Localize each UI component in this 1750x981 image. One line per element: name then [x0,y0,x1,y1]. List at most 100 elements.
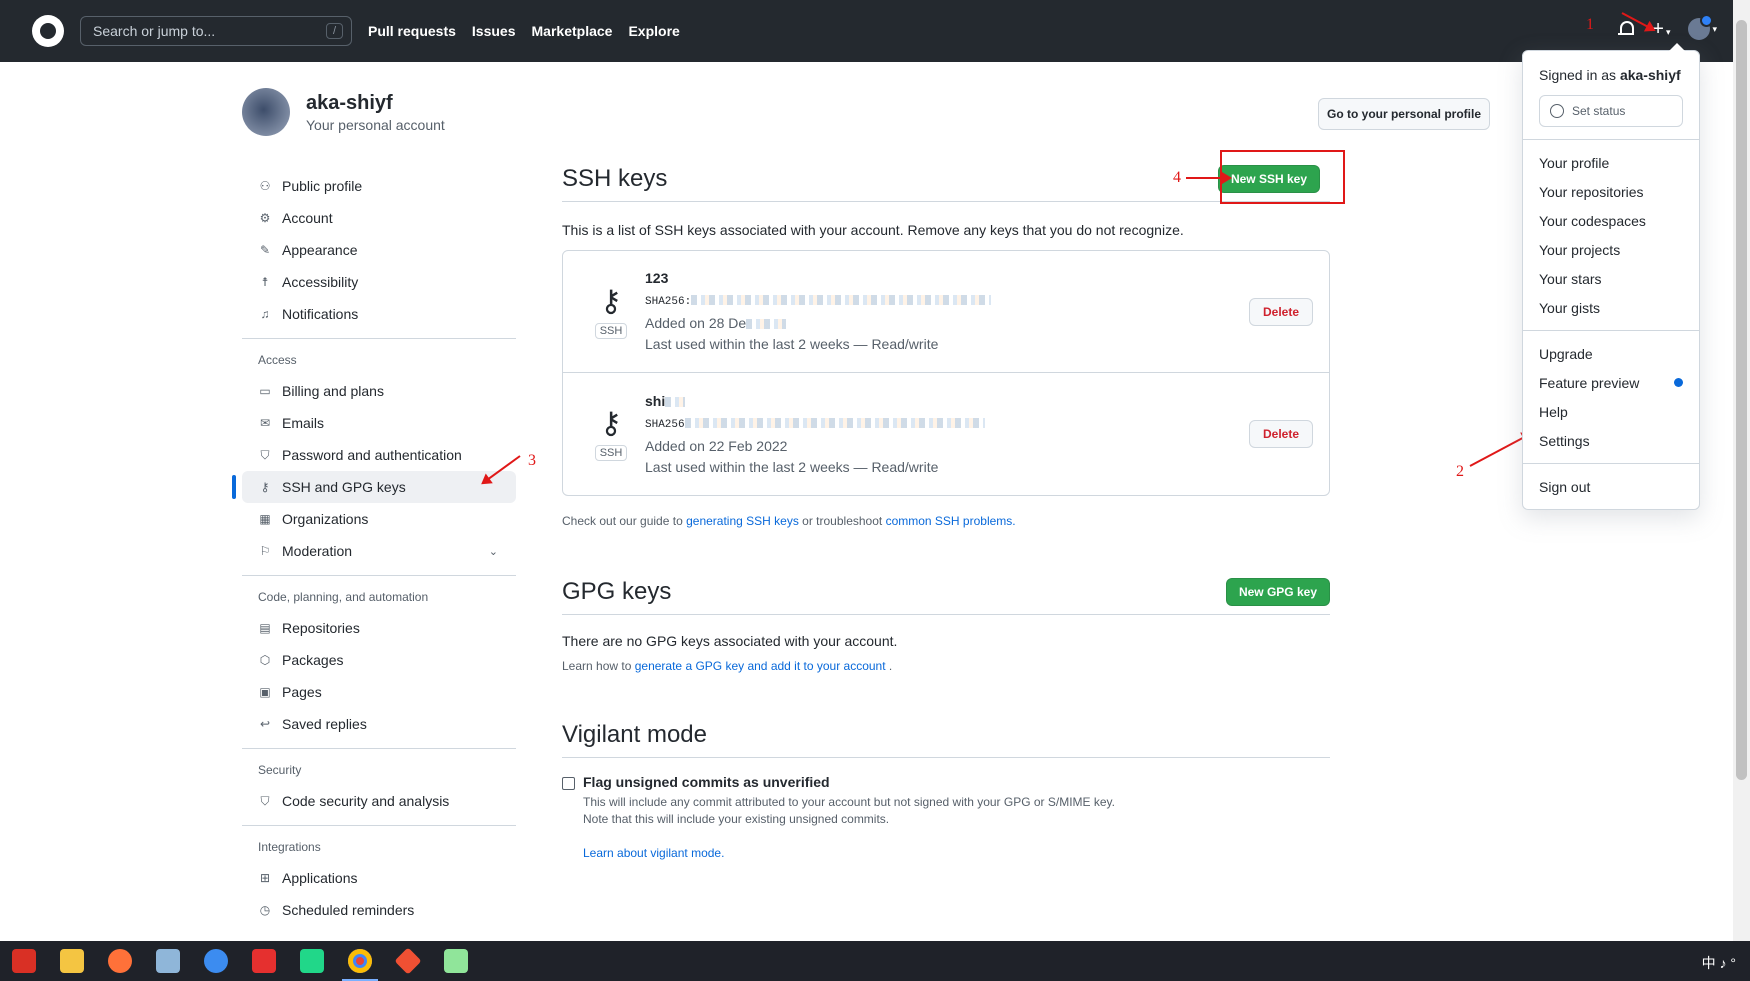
menu-your-codespaces[interactable]: Your codespaces [1523,206,1699,235]
ssh-description: This is a list of SSH keys associated wi… [562,222,1184,238]
sidebar-item-applications[interactable]: ⊞ Applications [242,862,516,894]
report-icon: ⚐ [259,544,271,558]
menu-feature-preview[interactable]: Feature preview [1523,368,1699,397]
page-scrollbar[interactable] [1733,0,1750,941]
key-icon-group: ⚷ SSH [593,285,629,339]
slash-shortcut-hint: / [325,23,343,39]
firefox-icon[interactable] [96,941,144,981]
sidebar-item-ssh-gpg-keys[interactable]: ⚷ SSH and GPG keys [232,471,516,503]
notepad-icon[interactable] [144,941,192,981]
learn-vigilant-mode-link[interactable]: Learn about vigilant mode. [583,846,1115,860]
menu-your-profile[interactable]: Your profile [1523,148,1699,177]
sidebar-item-notifications[interactable]: ♫ Notifications [242,298,516,330]
sidebar-item-accessibility[interactable]: ☨ Accessibility [242,266,516,298]
sidebar-item-label: Scheduled reminders [282,902,415,918]
go-to-profile-button[interactable]: Go to your personal profile [1318,98,1490,130]
menu-help[interactable]: Help [1523,397,1699,426]
ssh-key-title: shi [645,392,666,409]
nav-issues[interactable]: Issues [472,23,516,39]
menu-your-projects[interactable]: Your projects [1523,235,1699,264]
user-menu-button[interactable]: ▾ [1688,14,1717,40]
account-subtitle: Your personal account [306,116,445,133]
generate-gpg-key-link[interactable]: generate a GPG key and add it to your ac… [635,659,886,673]
ssh-key-details: shi SHA256 Added on 22 Feb 2022 Last use… [645,391,1249,478]
menu-your-stars[interactable]: Your stars [1523,264,1699,293]
dropdown-section-settings: Upgrade Feature preview Help Settings [1523,331,1699,464]
ssh-key-fingerprint: SHA256: [645,296,692,308]
annotation-number-2: 2 [1456,463,1464,480]
feishu-icon[interactable] [192,941,240,981]
sidebar-item-label: Notifications [282,306,359,322]
youdao-icon[interactable] [240,941,288,981]
ssh-key-title: 123 [645,270,669,286]
gpg-keys-title: GPG keys [562,578,672,605]
sidebar-item-label: Pages [282,684,322,700]
new-gpg-key-button[interactable]: New GPG key [1225,578,1330,606]
sidebar-item-moderation[interactable]: ⚐ Moderation ⌄ [242,535,516,567]
avatar[interactable] [242,88,290,136]
git-icon[interactable] [384,941,432,981]
sidebar-item-public-profile[interactable]: ⚇ Public profile [242,170,516,202]
set-status-button[interactable]: Set status [1539,95,1683,127]
menu-sign-out[interactable]: Sign out [1523,472,1699,501]
sidebar-heading-code: Code, planning, and automation [258,590,429,604]
nav-marketplace[interactable]: Marketplace [532,23,613,39]
generating-ssh-keys-link[interactable]: generating SSH keys [686,514,799,528]
ssh-keys-title: SSH keys [562,165,668,192]
github-logo-icon[interactable] [32,15,64,47]
nav-explore[interactable]: Explore [628,23,679,39]
annotation-number-1: 1 [1586,16,1594,33]
ssh-key-fingerprint: SHA256 [645,418,685,431]
delete-key-button[interactable]: Delete [1249,297,1313,326]
menu-your-gists[interactable]: Your gists [1523,293,1699,322]
sidebar-item-saved-replies[interactable]: ↩ Saved replies [242,708,516,740]
sidebar-item-label: Password and authentication [282,447,462,463]
bell-icon[interactable] [1618,20,1635,38]
sidebar-item-repositories[interactable]: ▤ Repositories [242,612,516,644]
vigilant-mode-title: Vigilant mode [562,721,707,748]
file-explorer-icon[interactable] [48,941,96,981]
chrome-icon[interactable] [336,941,384,981]
vigilant-mode-checkbox[interactable] [562,777,575,790]
menu-your-repositories[interactable]: Your repositories [1523,177,1699,206]
redacted-date [746,319,787,330]
annotation-highlight-box [1220,150,1345,204]
sidebar-item-label: Organizations [282,511,369,527]
accessibility-icon: ☨ [261,275,269,289]
vigilant-checkbox-label[interactable]: Flag unsigned commits as unverified [583,774,1115,790]
common-ssh-problems-link[interactable]: common SSH problems. [886,514,1016,528]
menu-upgrade[interactable]: Upgrade [1523,339,1699,368]
notepadpp-icon[interactable] [432,941,480,981]
signed-in-text: Signed in as aka-shiyf [1523,59,1699,91]
reply-icon: ↩ [259,717,271,731]
sidebar-item-scheduled-reminders[interactable]: ◷ Scheduled reminders [242,894,516,926]
notepadpp-icon-glyph [444,949,468,973]
sidebar-item-organizations[interactable]: ▦ Organizations [242,503,516,535]
sidebar-item-packages[interactable]: ⬡ Packages [242,644,516,676]
sidebar-heading-access: Access [258,353,297,367]
gpg-learn-text: Learn how to generate a GPG key and add … [562,659,1330,673]
sidebar-item-account[interactable]: ⚙ Account [242,202,516,234]
wps-icon[interactable] [0,941,48,981]
sidebar-item-label: Saved replies [282,716,367,732]
vigilant-section: Vigilant mode Flag unsigned commits as u… [562,721,1330,860]
sidebar-item-appearance[interactable]: ✎ Appearance [242,234,516,266]
account-name[interactable]: aka-shiyf [306,92,445,115]
nav-pull-requests[interactable]: Pull requests [368,23,456,39]
pycharm-icon[interactable] [288,941,336,981]
sidebar-item-emails[interactable]: ✉ Emails [242,407,516,439]
pycharm-icon-glyph [300,949,324,973]
sidebar-item-code-security[interactable]: ⛉ Code security and analysis [242,785,516,817]
delete-key-button[interactable]: Delete [1249,420,1313,448]
paintbrush-icon: ✎ [259,243,271,257]
scrollbar-thumb[interactable] [1736,20,1747,780]
search-input[interactable]: Search or jump to... / [80,16,352,46]
redacted-fingerprint [684,417,985,428]
ssh-badge: SSH [594,445,628,461]
sidebar-item-billing[interactable]: ▭ Billing and plans [242,375,516,407]
system-tray[interactable]: 中 ♪ ° [1702,953,1736,973]
sidebar-item-password[interactable]: ⛉ Password and authentication [242,439,516,471]
key-icon: ⚷ [600,284,622,318]
menu-settings[interactable]: Settings [1523,426,1699,455]
sidebar-item-pages[interactable]: ▣ Pages [242,676,516,708]
